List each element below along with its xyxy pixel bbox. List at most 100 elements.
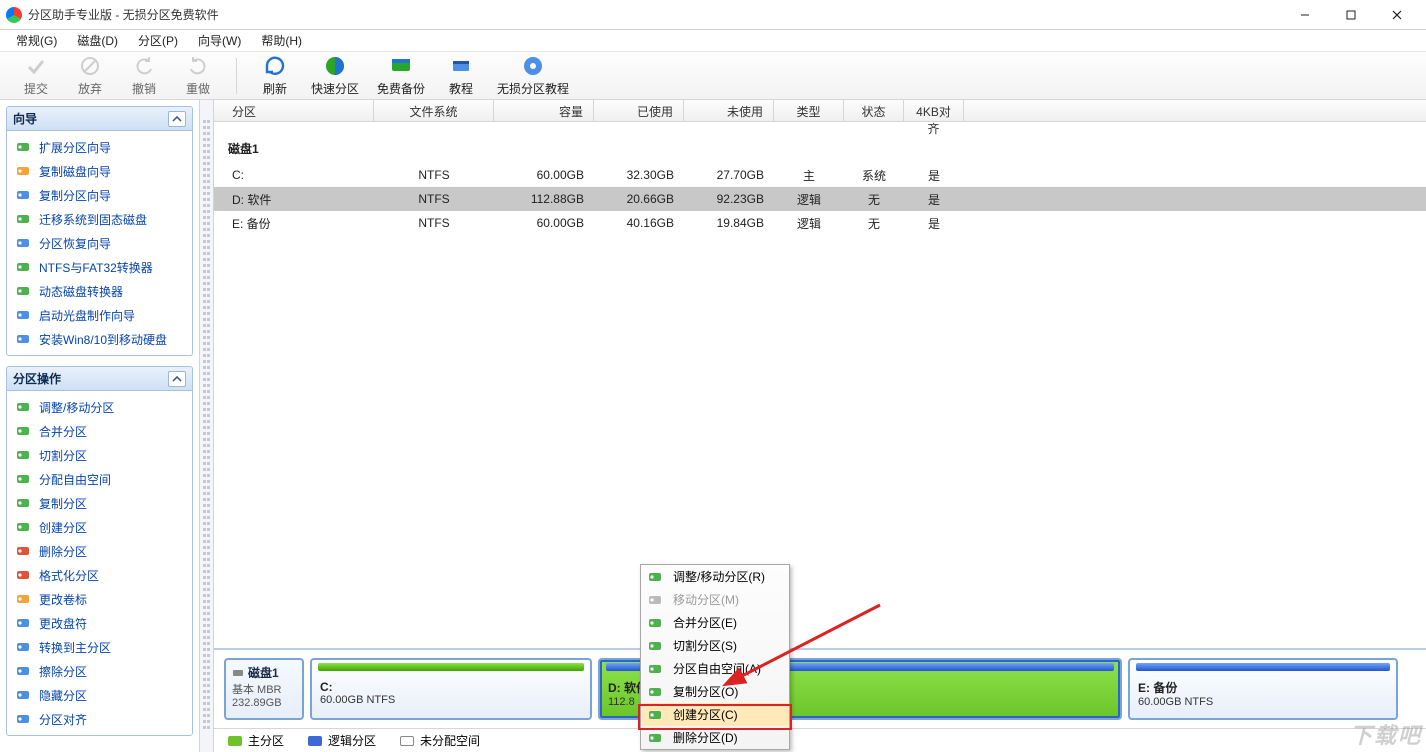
ops-item-icon <box>15 711 31 727</box>
tutorial-button[interactable]: 教程 <box>443 54 479 97</box>
menu-partition[interactable]: 分区(P) <box>128 30 188 51</box>
wizard-item[interactable]: 分区恢复向导 <box>7 231 192 255</box>
wizard-item[interactable]: NTFS与FAT32转换器 <box>7 255 192 279</box>
ctx-item-icon <box>645 682 665 702</box>
wizard-item[interactable]: 复制磁盘向导 <box>7 159 192 183</box>
ops-item[interactable]: 复制分区 <box>7 491 192 515</box>
watermark: 下载吧 <box>1350 718 1422 750</box>
legend-primary: 主分区 <box>248 732 284 749</box>
wizard-item-icon <box>15 235 31 251</box>
col-header[interactable]: 文件系统 <box>374 100 494 121</box>
free-backup-button[interactable]: 免费备份 <box>377 54 425 97</box>
wizard-item[interactable]: 复制分区向导 <box>7 183 192 207</box>
chevron-up-icon[interactable] <box>168 111 186 127</box>
cell-used: 40.16GB <box>594 214 684 232</box>
legend-swatch-unalloc <box>400 736 414 746</box>
ctx-item-icon <box>645 590 665 610</box>
disk-box[interactable]: 磁盘1 基本 MBR 232.89GB <box>224 658 304 720</box>
redo-button[interactable]: 重做 <box>180 54 216 97</box>
ops-item[interactable]: 更改卷标 <box>7 587 192 611</box>
legend-swatch-primary <box>228 736 242 746</box>
wizard-item-label: 动态磁盘转换器 <box>39 283 123 300</box>
menu-disk[interactable]: 磁盘(D) <box>67 30 128 51</box>
menu-general[interactable]: 常规(G) <box>6 30 67 51</box>
wizard-item[interactable]: 启动光盘制作向导 <box>7 303 192 327</box>
chevron-up-icon[interactable] <box>168 371 186 387</box>
ctx-item-icon <box>645 659 665 679</box>
col-header[interactable]: 未使用 <box>684 100 774 121</box>
cell-type: 逻辑 <box>774 213 844 234</box>
ctx-item[interactable]: 分区自由空间(A) <box>641 657 789 680</box>
partition-row[interactable]: C: NTFS 60.00GB 32.30GB 27.70GB 主 系统 是 <box>214 163 1426 187</box>
ops-title: 分区操作 <box>13 370 61 387</box>
undo-button[interactable]: 撤销 <box>126 54 162 97</box>
quick-partition-button[interactable]: 快速分区 <box>311 54 359 97</box>
wizard-item[interactable]: 安装Win8/10到移动硬盘 <box>7 327 192 351</box>
maximize-button[interactable] <box>1328 0 1374 30</box>
discard-button[interactable]: 放弃 <box>72 54 108 97</box>
wizard-item-icon <box>15 139 31 155</box>
ops-item[interactable]: 分区对齐 <box>7 707 192 731</box>
refresh-label: 刷新 <box>263 80 287 97</box>
wizard-item[interactable]: 扩展分区向导 <box>7 135 192 159</box>
wizard-item[interactable]: 动态磁盘转换器 <box>7 279 192 303</box>
ops-item[interactable]: 擦除分区 <box>7 659 192 683</box>
ops-item[interactable]: 分配自由空间 <box>7 467 192 491</box>
cell-cap: 60.00GB <box>494 214 594 232</box>
partition-block[interactable]: C: 60.00GB NTFS <box>310 658 592 720</box>
ops-item[interactable]: 更改盘符 <box>7 611 192 635</box>
ops-item-icon <box>15 519 31 535</box>
discard-label: 放弃 <box>78 80 102 97</box>
disk-title: 磁盘1 <box>214 122 1426 163</box>
refresh-button[interactable]: 刷新 <box>257 54 293 97</box>
ops-item[interactable]: 转换到主分区 <box>7 635 192 659</box>
ops-item-label: 分配自由空间 <box>39 471 111 488</box>
partition-row[interactable]: E: 备份 NTFS 60.00GB 40.16GB 19.84GB 逻辑 无 … <box>214 211 1426 235</box>
wizard-item[interactable]: 迁移系统到固态磁盘 <box>7 207 192 231</box>
ctx-item[interactable]: 调整/移动分区(R) <box>641 565 789 588</box>
ctx-item-icon <box>645 567 665 587</box>
ops-item[interactable]: 切割分区 <box>7 443 192 467</box>
splitter[interactable] <box>200 100 214 752</box>
cell-free: 92.23GB <box>684 190 774 208</box>
menu-help[interactable]: 帮助(H) <box>251 30 312 51</box>
cell-cap: 60.00GB <box>494 166 594 184</box>
left-panels: 向导 扩展分区向导 复制磁盘向导 复制分区向导 迁移系统到固态磁盘 分区恢复向导… <box>0 100 200 752</box>
menu-wizard[interactable]: 向导(W) <box>188 30 251 51</box>
ctx-item-icon <box>645 636 665 656</box>
commit-button[interactable]: 提交 <box>18 54 54 97</box>
ops-item-icon <box>15 495 31 511</box>
partition-row[interactable]: D: 软件 NTFS 112.88GB 20.66GB 92.23GB 逻辑 无… <box>214 187 1426 211</box>
col-header[interactable]: 已使用 <box>594 100 684 121</box>
ops-item-label: 复制分区 <box>39 495 87 512</box>
col-header[interactable]: 容量 <box>494 100 594 121</box>
ops-item[interactable]: 删除分区 <box>7 539 192 563</box>
ctx-item[interactable]: 复制分区(O) <box>641 680 789 703</box>
close-button[interactable] <box>1374 0 1420 30</box>
cell-used: 32.30GB <box>594 166 684 184</box>
ops-item[interactable]: 隐藏分区 <box>7 683 192 707</box>
ops-panel: 分区操作 调整/移动分区 合并分区 切割分区 分配自由空间 复制分区 创建分区 <box>6 366 193 736</box>
ops-item-icon <box>15 639 31 655</box>
ctx-item[interactable]: 切割分区(S) <box>641 634 789 657</box>
ctx-item[interactable]: 合并分区(E) <box>641 611 789 634</box>
ops-item[interactable]: 合并分区 <box>7 419 192 443</box>
partition-block[interactable]: E: 备份 60.00GB NTFS <box>1128 658 1398 720</box>
lossless-tutorial-button[interactable]: 无损分区教程 <box>497 54 569 97</box>
ops-item[interactable]: 创建分区 <box>7 515 192 539</box>
wizard-panel: 向导 扩展分区向导 复制磁盘向导 复制分区向导 迁移系统到固态磁盘 分区恢复向导… <box>6 106 193 356</box>
wizard-item-icon <box>15 307 31 323</box>
ops-panel-header[interactable]: 分区操作 <box>7 367 192 391</box>
minimize-button[interactable] <box>1282 0 1328 30</box>
cell-name: D: 软件 <box>214 189 374 210</box>
col-header[interactable]: 状态 <box>844 100 904 121</box>
ops-item[interactable]: 格式化分区 <box>7 563 192 587</box>
ops-item[interactable]: 调整/移动分区 <box>7 395 192 419</box>
col-header[interactable]: 分区 <box>214 100 374 121</box>
col-header[interactable]: 4KB对齐 <box>904 100 964 121</box>
wizard-panel-header[interactable]: 向导 <box>7 107 192 131</box>
partition-block-sub: 60.00GB NTFS <box>1138 696 1388 708</box>
ops-item-label: 创建分区 <box>39 519 87 536</box>
wizard-item-label: 复制分区向导 <box>39 187 111 204</box>
col-header[interactable]: 类型 <box>774 100 844 121</box>
